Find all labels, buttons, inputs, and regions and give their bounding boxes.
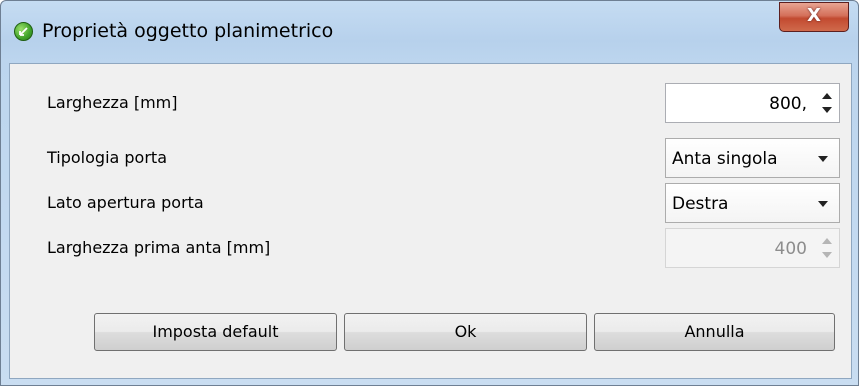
cancel-button[interactable]: Annulla [594,313,835,351]
door-type-value: Anta singola [672,149,778,169]
app-icon-glyph [19,27,28,36]
opening-side-label: Lato apertura porta [47,193,204,212]
set-default-button[interactable]: Imposta default [94,313,337,351]
door-type-label: Tipologia porta [47,148,167,167]
first-leaf-width-label: Larghezza prima anta [mm] [47,238,271,257]
ok-button[interactable]: Ok [344,313,587,351]
close-button[interactable]: X [779,2,849,32]
dialog-title: Proprietà oggetto planimetrico [42,20,334,42]
spin-up-down-icon[interactable] [819,89,835,117]
chevron-down-icon [818,156,828,162]
close-icon: X [807,5,821,26]
width-spinbox[interactable]: 800, [665,83,840,123]
door-type-select[interactable]: Anta singola [665,138,840,178]
dialog-window: Proprietà oggetto planimetrico X Larghez… [0,0,859,386]
dialog-content: Larghezza [mm] 800, Tipologia porta Anta… [9,63,852,379]
spin-up-down-icon [822,238,832,258]
chevron-down-icon [818,201,828,207]
width-value: 800, [769,94,807,114]
first-leaf-width-spinbox: 400 [665,228,840,268]
width-label: Larghezza [mm] [47,93,178,112]
first-leaf-width-value: 400 [774,239,807,259]
opening-side-value: Destra [672,194,729,214]
opening-side-select[interactable]: Destra [665,183,840,223]
app-icon [14,22,33,41]
title-bar[interactable]: Proprietà oggetto planimetrico X [1,1,858,63]
